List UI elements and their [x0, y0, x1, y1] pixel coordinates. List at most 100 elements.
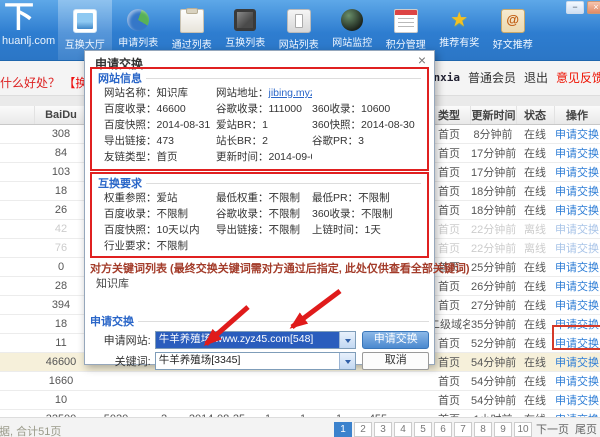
field: 站长BR：2	[216, 133, 312, 149]
apply-exchange-link[interactable]: 申请交换	[555, 167, 599, 179]
close-window-icon[interactable]: ×	[587, 1, 600, 14]
field: 导出链接：473	[104, 133, 216, 149]
apply-exchange-button[interactable]: 申请交换	[362, 331, 429, 349]
field: 最低权重：不限制	[216, 190, 312, 206]
apply-exchange-link[interactable]: 申请交换	[555, 300, 599, 312]
chevron-down-icon[interactable]	[339, 353, 355, 369]
apply-exchange-link[interactable]: 申请交换	[555, 129, 599, 141]
window-controls: − ×	[566, 1, 600, 14]
page-button[interactable]: 2	[354, 422, 372, 437]
field: 网站地址：jibing.myzx.cn	[216, 85, 312, 101]
toolbar-item-label: 推荐有奖	[433, 34, 487, 49]
field: 友链类型：首页	[104, 149, 216, 165]
feedback-link[interactable]: 意见反馈	[556, 69, 600, 86]
apply-exchange-link[interactable]: 申请交换	[555, 148, 599, 160]
toolbar-item-label: 好文推荐	[486, 36, 540, 51]
annotation-highlight-box	[552, 325, 600, 350]
page-button[interactable]: 9	[494, 422, 512, 437]
page-button[interactable]: 3	[374, 422, 392, 437]
field: 网站名称：知识库	[104, 85, 216, 101]
star-icon: ★	[448, 9, 470, 31]
apply-exchange-link[interactable]: 申请交换	[555, 281, 599, 293]
field: 360快照：2014-08-30	[312, 117, 421, 133]
page-button[interactable]: 1	[334, 422, 352, 437]
field: 百度快照：2014-08-31	[104, 117, 216, 133]
field: 爱站BR：1	[216, 117, 312, 133]
field: 谷歌收录：不限制	[216, 206, 312, 222]
exchange-require-section: 互换要求 权重参照：爱站最低权重：不限制最低PR：不限制百度收录：不限制谷歌收录…	[90, 172, 429, 258]
switch-icon	[287, 9, 311, 33]
toolbar-item-label: 互换大厅	[58, 36, 112, 51]
field: 上链时间：1天	[312, 222, 421, 238]
apply-site-label: 申请网站:	[92, 332, 155, 348]
toolbar-item-label: 网站列表	[272, 36, 326, 51]
field: 最低PR：不限制	[312, 190, 421, 206]
apply-site-select[interactable]: 牛羊养殖场-www.zyz45.com[548]	[155, 331, 357, 349]
keywords-section: 对方关键词列表 (最终交换关键词需对方通过后指定, 此处仅供查看全部关键词) 知…	[90, 261, 429, 305]
column-header: 更新时间	[470, 106, 516, 125]
toolbar-item-referral-reward[interactable]: ★ 推荐有奖	[433, 0, 487, 60]
monitor-icon	[341, 9, 363, 31]
apply-exchange-link[interactable]: 申请交换	[555, 186, 599, 198]
screen-icon	[234, 9, 256, 31]
toolbar-item-label: 申请列表	[112, 34, 166, 49]
page-buttons: 12345678910	[334, 422, 532, 437]
toolbar-item-label: 网站监控	[326, 34, 380, 49]
field: 360收录：10600	[312, 101, 421, 117]
field: 谷歌PR：3	[312, 133, 421, 149]
keywords-content: 知识库	[90, 277, 429, 292]
clipboard-icon	[180, 9, 204, 33]
field: 导出链接：不限制	[216, 222, 312, 238]
info-grid: 网站名称：知识库网站地址：jibing.myzx.cn百度收录：46600谷歌收…	[98, 85, 421, 165]
apply-exchange-link[interactable]: 申请交换	[555, 395, 599, 407]
apply-exchange-link[interactable]: 申请交换	[555, 357, 599, 369]
apply-exchange-dialog: 申请交换 × 网站信息 网站名称：知识库网站地址：jibing.myzx.cn百…	[84, 50, 435, 365]
next-page-button[interactable]: 下一页	[534, 421, 571, 437]
page-button[interactable]: 8	[474, 422, 492, 437]
toolbar-item-label: 积分管理	[379, 36, 433, 51]
apply-exchange-link[interactable]: 申请交换	[555, 205, 599, 217]
minimize-icon[interactable]: −	[566, 1, 584, 14]
field: 谷歌收录：111000	[216, 101, 312, 117]
page-button[interactable]: 6	[434, 422, 452, 437]
logout-link[interactable]: 退出	[524, 69, 548, 86]
apply-exchange-link[interactable]: 申请交换	[555, 243, 599, 255]
calendar-icon	[394, 9, 418, 33]
pie-icon	[127, 9, 149, 31]
column-header: BaiDu	[34, 106, 88, 125]
page-button[interactable]: 7	[454, 422, 472, 437]
apply-exchange-link[interactable]: 申请交换	[555, 224, 599, 236]
last-page-button[interactable]: 尾页	[573, 421, 599, 437]
exchange-require-title: 互换要求	[98, 175, 142, 191]
keyword-select[interactable]: 牛羊养殖场[3345]	[155, 352, 357, 370]
apply-exchange-link[interactable]: 申请交换	[555, 376, 599, 388]
toolbar-item-label: 互换列表	[219, 34, 273, 49]
site-url-link[interactable]: jibing.myzx.cn	[269, 87, 313, 99]
field: 行业要求：不限制	[104, 238, 216, 254]
table-row: 1660首页54分钟前在线申请交换	[0, 372, 600, 391]
dialog-close-icon[interactable]: ×	[418, 53, 426, 67]
apply-section: 申请交换 申请网站: 牛羊养殖场-www.zyz45.com[548] 申请交换…	[90, 314, 429, 360]
toolbar-item-label: 通过列表	[165, 36, 219, 51]
keywords-title: 对方关键词列表 (最终交换关键词需对方通过后指定, 此处仅供查看全部关键词)	[90, 260, 470, 276]
app-window: 下 huanlj.com 互换大厅申请列表通过列表互换列表网站列表网站监控积分管…	[0, 0, 600, 437]
page-button[interactable]: 5	[414, 422, 432, 437]
field: 更新时间：2014-09-01	[216, 149, 312, 165]
page-button[interactable]: 10	[514, 422, 532, 437]
keyword-label: 关键词:	[92, 353, 155, 369]
apply-exchange-link[interactable]: 申请交换	[555, 262, 599, 274]
field: 百度快照：10天以内	[104, 222, 216, 238]
toolbar-item-article-recommend[interactable]: @ 好文推荐	[486, 0, 540, 60]
table-row: 10首页54分钟前在线申请交换	[0, 391, 600, 410]
column-header	[0, 106, 34, 125]
require-grid: 权重参照：爱站最低权重：不限制最低PR：不限制百度收录：不限制谷歌收录：不限制3…	[98, 190, 421, 254]
field: 百度收录：46600	[104, 101, 216, 117]
page-summary: 数据, 合计51页	[0, 423, 61, 437]
cancel-button[interactable]: 取消	[362, 352, 429, 370]
at-book-icon: @	[501, 9, 525, 33]
chevron-down-icon[interactable]	[339, 332, 355, 348]
page-button[interactable]: 4	[394, 422, 412, 437]
column-header: 状态	[516, 106, 554, 125]
pager: 12345678910 下一页 尾页 跳转	[334, 421, 600, 437]
membership-level: 普通会员	[468, 69, 516, 86]
